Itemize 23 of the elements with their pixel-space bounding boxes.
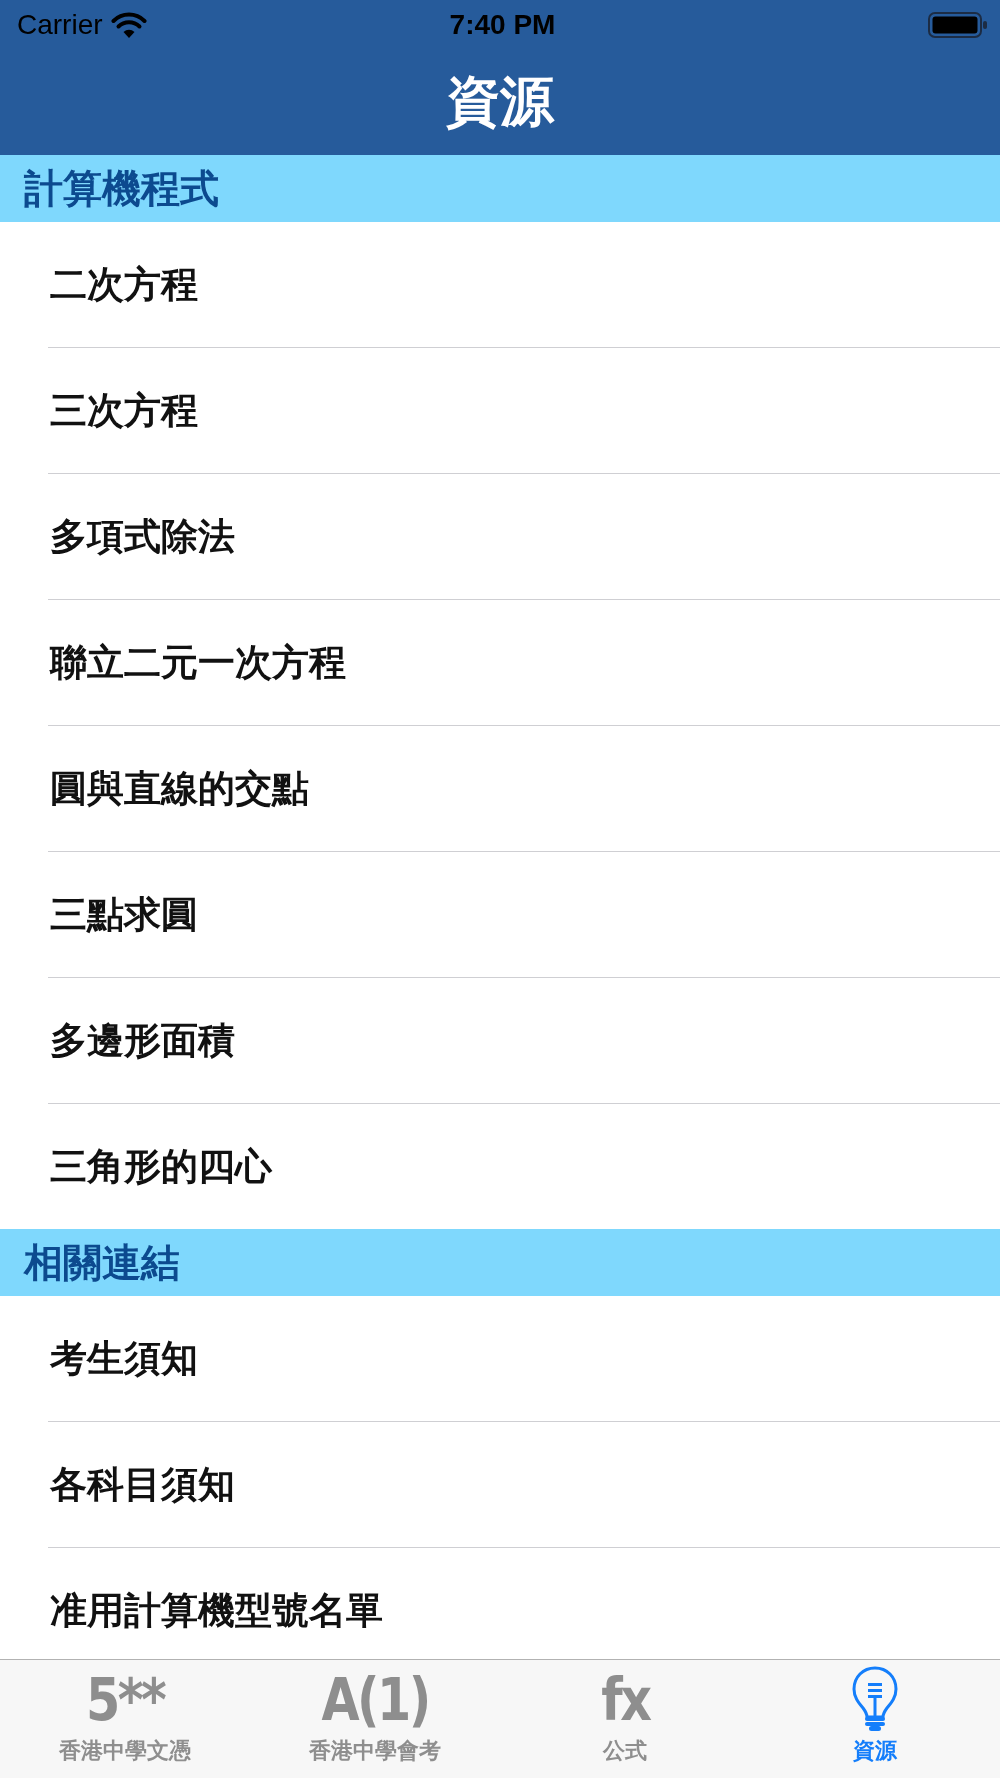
section-header: 相關連結 <box>0 1229 1000 1296</box>
list-item[interactable]: 二次方程 <box>48 222 1000 348</box>
battery-icon <box>928 12 988 38</box>
section-header: 計算機程式 <box>0 155 1000 222</box>
list-item[interactable]: 三次方程 <box>48 348 1000 474</box>
tab-button[interactable]: 資源 <box>750 1660 1000 1778</box>
list-item[interactable]: 多邊形面積 <box>48 978 1000 1104</box>
list-item[interactable]: 考生須知 <box>48 1296 1000 1422</box>
list-item[interactable]: 多項式除法 <box>48 474 1000 600</box>
wifi-icon <box>110 11 147 39</box>
list-item[interactable]: 三角形的四心 <box>48 1104 1000 1229</box>
lightbulb-icon <box>851 1666 899 1732</box>
list-item[interactable]: 各科目須知 <box>48 1422 1000 1548</box>
list-item[interactable]: 聯立二元一次方程 <box>48 600 1000 726</box>
page-title: 資源 <box>446 70 554 135</box>
time-label: 7:40 PM <box>449 9 556 41</box>
carrier-label: Carrier <box>17 9 103 41</box>
tab-glyph: 5** <box>85 1666 165 1734</box>
list-item[interactable]: 准用計算機型號名單 <box>48 1548 1000 1659</box>
list-item[interactable]: 圓與直線的交點 <box>48 726 1000 852</box>
tab-glyph: A(1) <box>321 1666 429 1734</box>
tab-glyph: fx <box>600 1666 650 1734</box>
list-item[interactable]: 三點求圓 <box>48 852 1000 978</box>
